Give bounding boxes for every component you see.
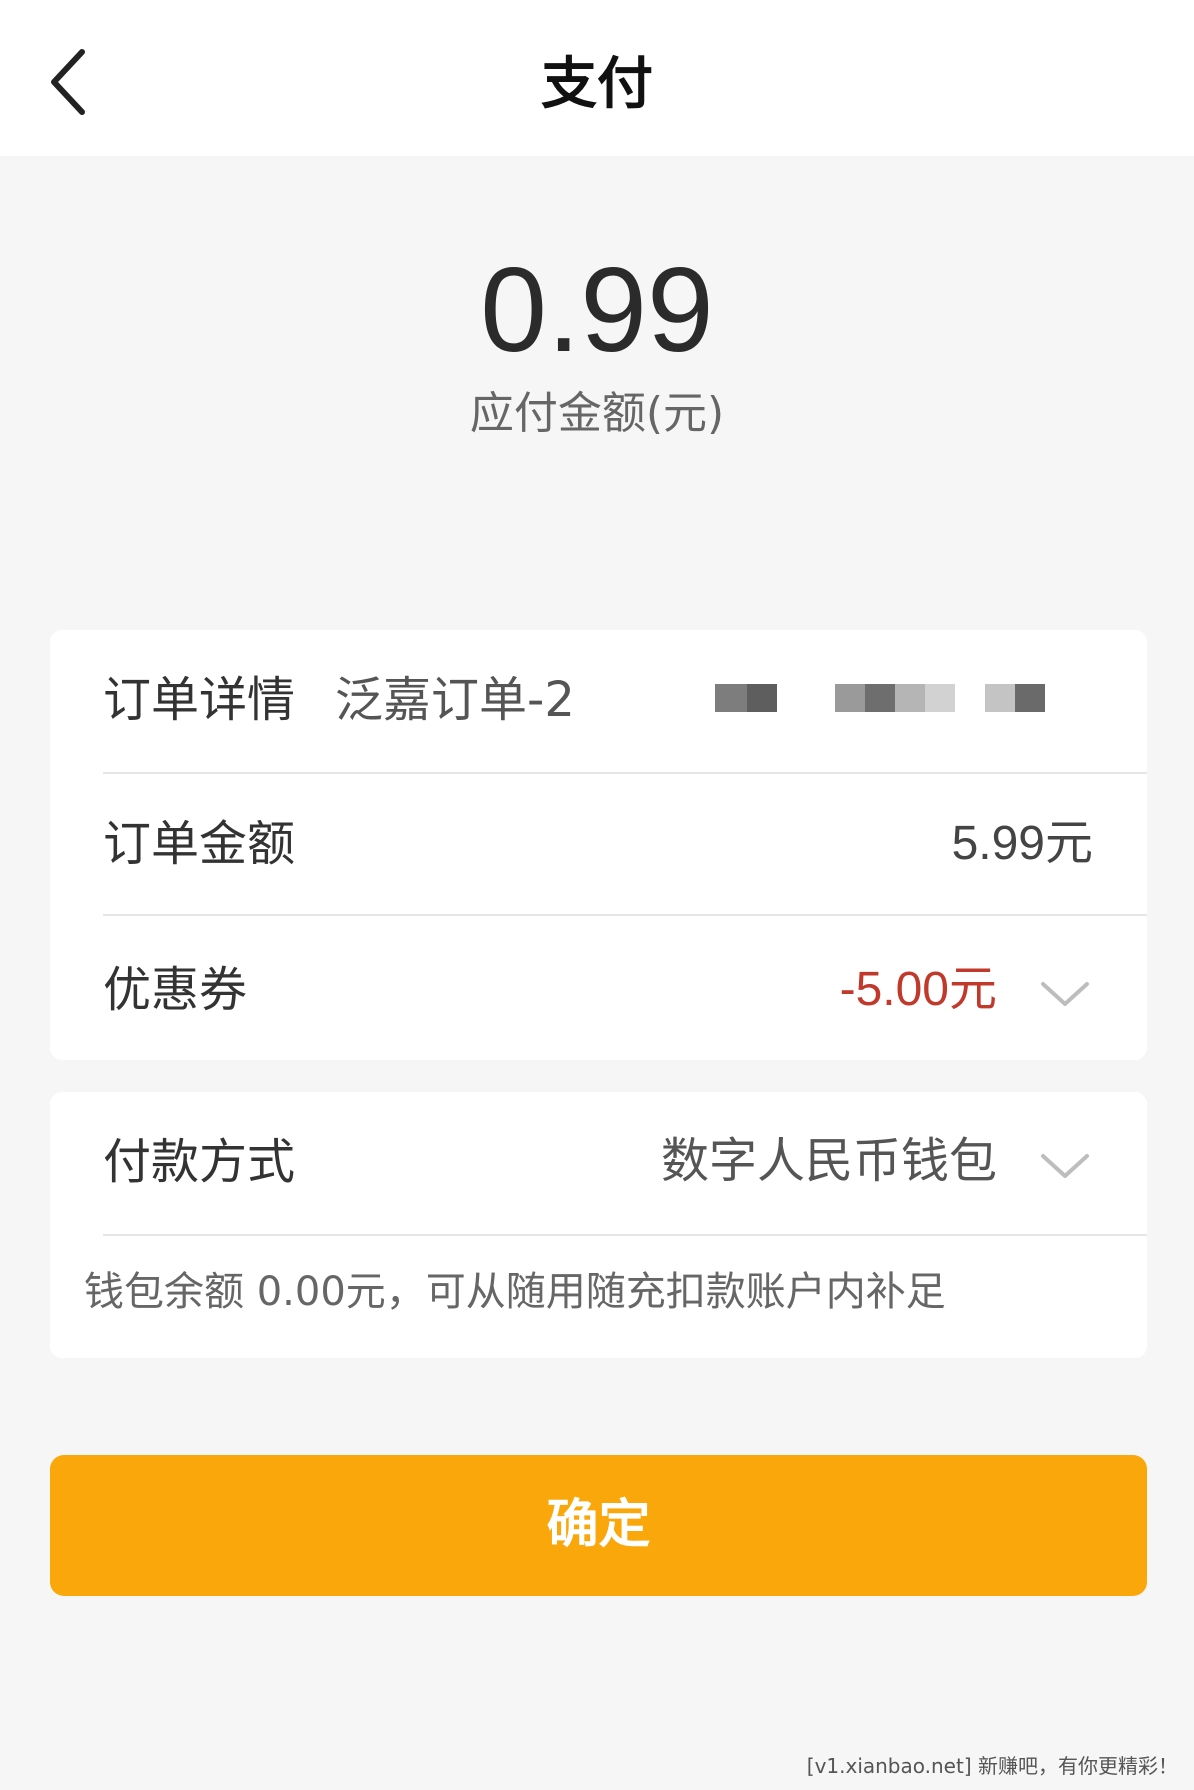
coupon-label: 优惠券 (103, 962, 248, 1018)
chevron-down-icon (1041, 1154, 1089, 1178)
order-detail-label: 订单详情 (103, 672, 296, 728)
divider (103, 1234, 1147, 1236)
order-detail-row: 订单详情 泛嘉订单-2 (50, 630, 1147, 772)
payment-method-label: 付款方式 (103, 1134, 296, 1190)
coupon-row[interactable]: 优惠券 -5.00元 (50, 916, 1147, 1060)
payment-method-row[interactable]: 付款方式 数字人民币钱包 (50, 1092, 1147, 1234)
payment-method-value: 数字人民币钱包 (660, 1135, 997, 1188)
redacted-order-number (715, 684, 1105, 714)
coupon-value: -5.00元 (839, 963, 997, 1016)
top-bar: 支付 (0, 0, 1194, 156)
order-amount-value: 5.99元 (951, 817, 1093, 870)
watermark: [v1.xianbao.net] 新赚吧，有你更精彩！ (806, 1754, 1178, 1778)
chevron-down-icon (1041, 982, 1089, 1006)
confirm-button[interactable]: 确定 (50, 1455, 1147, 1596)
coupon-dropdown[interactable] (1037, 974, 1093, 1014)
payable-amount: 0.99 (480, 243, 714, 377)
payment-method-dropdown[interactable] (1037, 1146, 1093, 1186)
order-card: 订单详情 泛嘉订单-2 订单金额 5.99元 优惠券 -5.00元 (50, 630, 1147, 1060)
order-amount-row: 订单金额 5.99元 (50, 774, 1147, 914)
order-detail-value: 泛嘉订单-2 (335, 672, 575, 728)
page-title: 支付 (541, 52, 653, 117)
wallet-balance-note: 钱包余额 0.00元，可从随用随充扣款账户内补足 (84, 1269, 946, 1315)
order-amount-label: 订单金额 (103, 816, 296, 872)
payable-amount-label: 应付金额(元) (469, 388, 725, 439)
